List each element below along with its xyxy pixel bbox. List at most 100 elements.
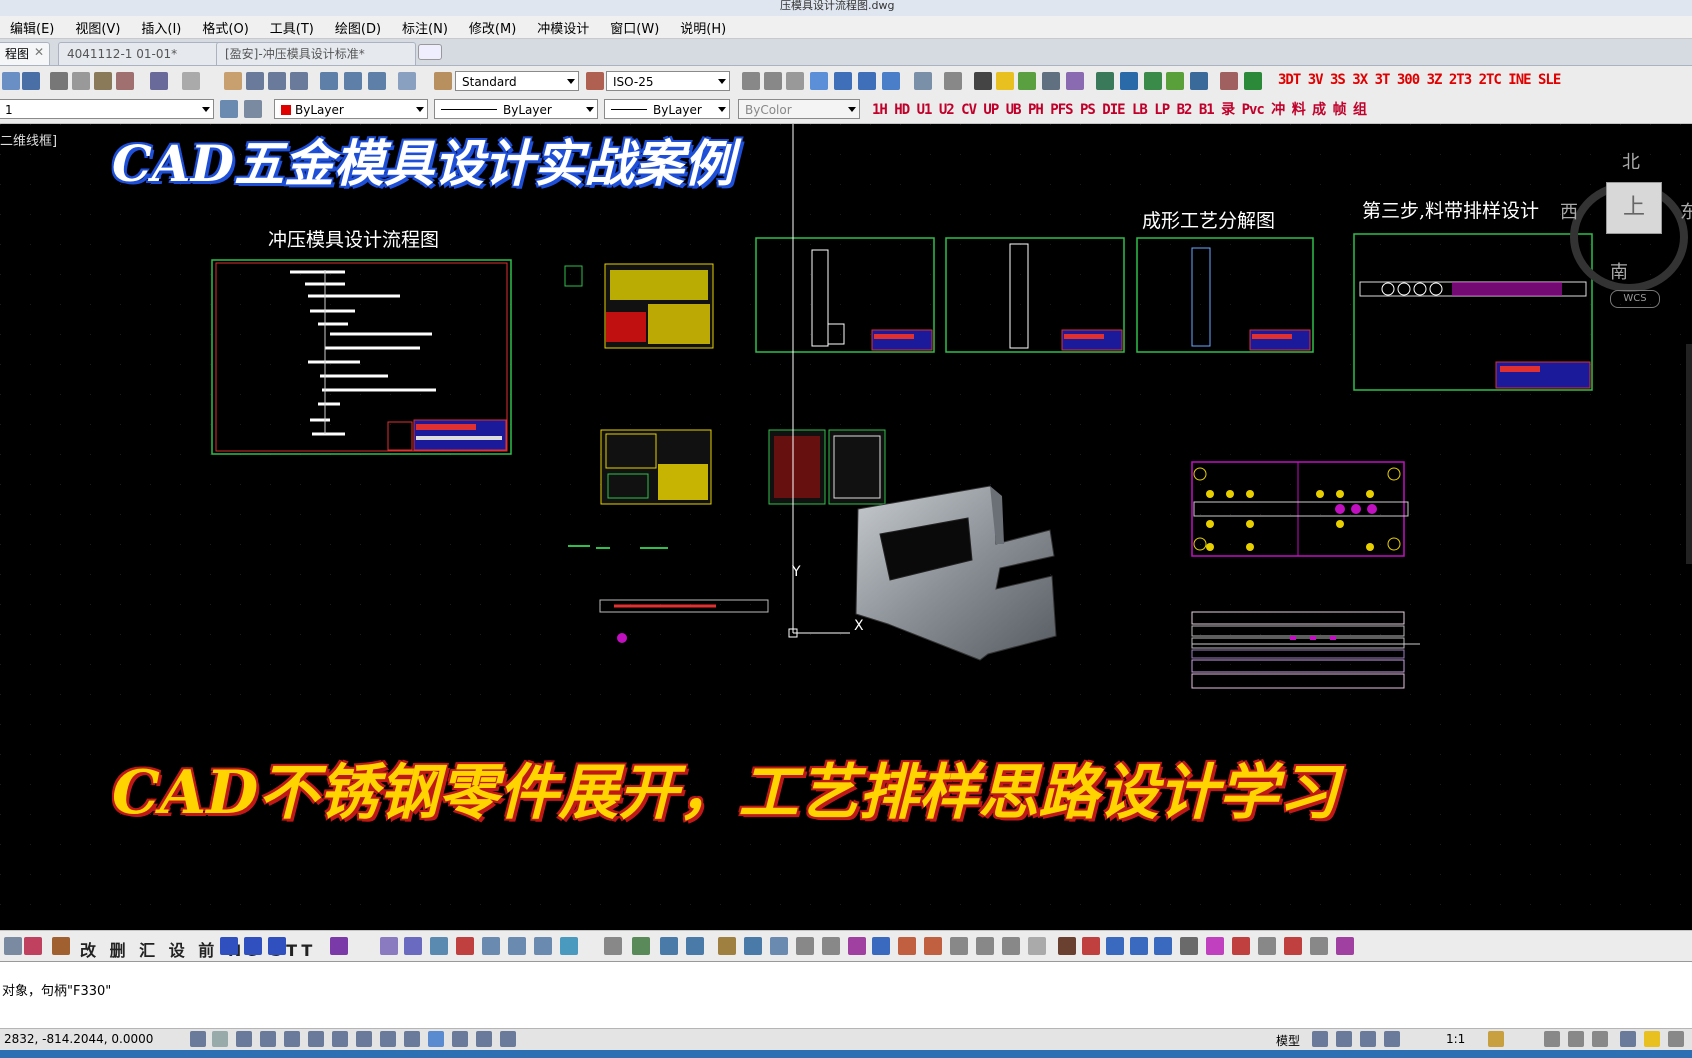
drawing-canvas[interactable]: 二维线框] 冲压模具设计流程图 成形工艺分解图 第三步,料带排样设计 Y X C… xyxy=(0,124,1692,930)
camera-icon[interactable] xyxy=(914,72,932,90)
layer-select[interactable]: 1 xyxy=(0,99,214,119)
cog-icon[interactable] xyxy=(1336,937,1354,955)
text-style-select[interactable]: Standard xyxy=(455,71,579,91)
cut-icon[interactable] xyxy=(50,72,68,90)
frame-tool-icon[interactable] xyxy=(1180,937,1198,955)
menu-window[interactable]: 窗口(W) xyxy=(600,18,670,37)
refresh-icon[interactable] xyxy=(1220,72,1238,90)
landscape-icon[interactable] xyxy=(1096,72,1114,90)
tab-part-drawing[interactable]: 4041112-1 01-01* xyxy=(58,42,222,65)
wcs-menu[interactable]: WCS xyxy=(1610,290,1660,308)
material-icon[interactable] xyxy=(1018,72,1036,90)
lightbulb-icon[interactable] xyxy=(1644,1031,1660,1047)
command-line[interactable]: 对象，句柄"F330" xyxy=(0,961,1692,1029)
help-icon[interactable] xyxy=(398,72,416,90)
transparency-icon[interactable] xyxy=(404,1031,420,1047)
view-icon[interactable] xyxy=(944,72,962,90)
sort-icon[interactable] xyxy=(686,937,704,955)
number-icon[interactable] xyxy=(796,937,814,955)
mapping-icon[interactable] xyxy=(1066,72,1084,90)
dim-style-icon[interactable] xyxy=(586,72,604,90)
annotation-scale[interactable]: 1:1 xyxy=(1446,1032,1465,1046)
new-tab-icon[interactable] xyxy=(418,44,442,60)
clean-screen-icon[interactable] xyxy=(1668,1031,1684,1047)
viewport-label[interactable]: 二维线框] xyxy=(0,130,57,149)
zoom-previous-icon[interactable] xyxy=(290,72,308,90)
draw-icon[interactable] xyxy=(4,937,22,955)
match-properties-icon[interactable] xyxy=(116,72,134,90)
circle-tool-icon[interactable] xyxy=(244,937,262,955)
edit-tool-icon[interactable] xyxy=(1042,72,1060,90)
scale-icon[interactable] xyxy=(1002,937,1020,955)
copy-tool-icon[interactable] xyxy=(924,937,942,955)
menu-edit[interactable]: 编辑(E) xyxy=(0,18,65,37)
mirror-icon[interactable] xyxy=(950,937,968,955)
plate-icon[interactable] xyxy=(404,937,422,955)
menu-die-design[interactable]: 冲模设计 xyxy=(527,18,600,37)
text-style-icon[interactable] xyxy=(434,72,452,90)
layout2-icon[interactable] xyxy=(1336,1031,1352,1047)
3d-box-icon[interactable] xyxy=(742,72,760,90)
annotation-monitor-icon[interactable] xyxy=(476,1031,492,1047)
viewcube[interactable]: 北 南 西 东 上 WCS xyxy=(1560,148,1692,308)
menu-tools[interactable]: 工具(T) xyxy=(260,18,325,37)
corner-icon[interactable] xyxy=(220,937,238,955)
scene-icon[interactable] xyxy=(1190,72,1208,90)
paste-icon[interactable] xyxy=(94,72,112,90)
rotate-icon[interactable] xyxy=(976,937,994,955)
viewcube-top-face[interactable]: 上 xyxy=(1606,182,1662,234)
lineweight-select[interactable]: ByLayer xyxy=(604,99,730,119)
gear-tool-icon[interactable] xyxy=(1058,937,1076,955)
shade-icon[interactable] xyxy=(810,72,828,90)
menu-insert[interactable]: 插入(I) xyxy=(131,18,192,37)
guide-icon[interactable] xyxy=(534,937,552,955)
menu-modify[interactable]: 修改(M) xyxy=(459,18,527,37)
redo-icon[interactable] xyxy=(182,72,200,90)
target-icon[interactable] xyxy=(1028,937,1046,955)
properties-icon[interactable] xyxy=(320,72,338,90)
pin-icon[interactable] xyxy=(456,937,474,955)
vertical-scrollbar[interactable] xyxy=(1686,344,1692,564)
layout3-icon[interactable] xyxy=(1360,1031,1376,1047)
menu-help[interactable]: 说明(H) xyxy=(670,18,737,37)
square-tool-icon[interactable] xyxy=(268,937,286,955)
menu-view[interactable]: 视图(V) xyxy=(65,18,131,37)
brush-icon[interactable] xyxy=(1284,937,1302,955)
3d-wedge-icon[interactable] xyxy=(764,72,782,90)
hardware-accel-icon[interactable] xyxy=(1592,1031,1608,1047)
ortho-icon[interactable] xyxy=(236,1031,252,1047)
viewcube-west[interactable]: 西 xyxy=(1560,198,1578,224)
hook-icon[interactable] xyxy=(1130,937,1148,955)
block-icon[interactable] xyxy=(744,937,762,955)
pencil-icon[interactable] xyxy=(872,937,890,955)
dyn-icon[interactable] xyxy=(356,1031,372,1047)
snap-icon[interactable] xyxy=(190,1031,206,1047)
print-icon[interactable] xyxy=(22,72,40,90)
circle-select-icon[interactable] xyxy=(1206,937,1224,955)
quick-props-icon[interactable] xyxy=(428,1031,444,1047)
grid-display-icon[interactable] xyxy=(212,1031,228,1047)
tweak-icon[interactable] xyxy=(1258,937,1276,955)
menu-format[interactable]: 格式(O) xyxy=(192,18,259,37)
arc-icon[interactable] xyxy=(560,937,578,955)
die-design-commands-bar[interactable]: 1H HD U1 U2 CV UP UB PH PFS PS DIE LB LP… xyxy=(872,99,1367,119)
model-space-label[interactable]: 模型 xyxy=(1276,1032,1300,1049)
layer-manager-icon[interactable] xyxy=(220,100,238,118)
custom-commands-bar[interactable]: 3DT 3V 3S 3X 3T 300 3Z 2T3 2TC INE SLE xyxy=(1278,72,1561,88)
layer-state-icon[interactable] xyxy=(974,72,992,90)
visual-style-icon[interactable] xyxy=(858,72,876,90)
annotation-visibility-icon[interactable] xyxy=(1488,1031,1504,1047)
tool-icon[interactable] xyxy=(52,937,70,955)
grid-icon[interactable] xyxy=(380,937,398,955)
layer-icon[interactable] xyxy=(632,937,650,955)
osnap-icon[interactable] xyxy=(284,1031,300,1047)
punch-icon[interactable] xyxy=(330,937,348,955)
hole-icon[interactable] xyxy=(482,937,500,955)
erase-icon[interactable] xyxy=(848,937,866,955)
bend-icon[interactable] xyxy=(430,937,448,955)
zoom-realtime-icon[interactable] xyxy=(246,72,264,90)
bom-icon[interactable] xyxy=(718,937,736,955)
part-sheet-2[interactable] xyxy=(600,429,712,505)
tool-palettes-icon[interactable] xyxy=(368,72,386,90)
spring-icon[interactable] xyxy=(508,937,526,955)
